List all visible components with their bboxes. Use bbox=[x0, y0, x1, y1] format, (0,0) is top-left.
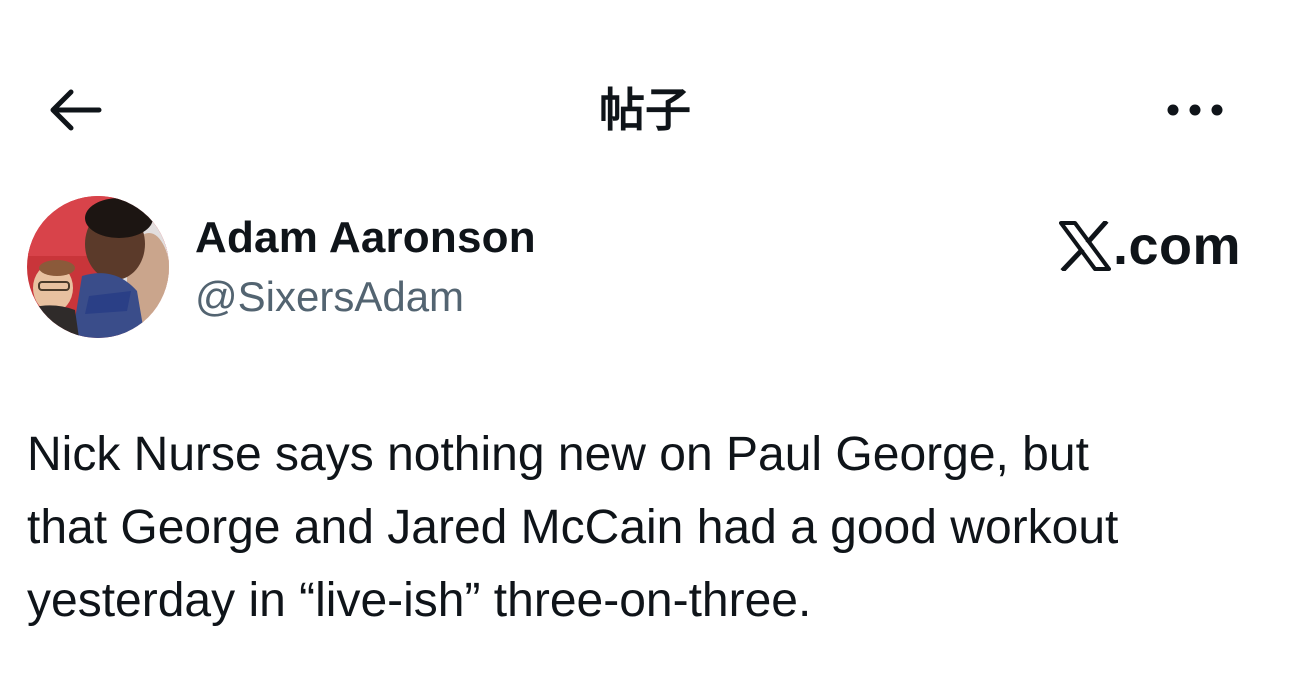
author-display-name[interactable]: Adam Aaronson bbox=[195, 212, 536, 264]
tweet-line: yesterday in “live-ish” three-on-three. bbox=[27, 574, 812, 627]
more-options-button[interactable] bbox=[1155, 80, 1235, 140]
tweet-text: Nick Nurse says nothing new on Paul Geor… bbox=[27, 418, 1267, 637]
author-handle[interactable]: @SixersAdam bbox=[195, 272, 464, 322]
top-bar: 帖子 bbox=[0, 60, 1290, 160]
tweet-line: that George and Jared McCain had a good … bbox=[27, 501, 1119, 554]
avatar-photo bbox=[27, 196, 169, 338]
x-logo-icon bbox=[1058, 221, 1111, 271]
brand-label: .com bbox=[1112, 216, 1241, 276]
avatar[interactable] bbox=[27, 196, 169, 338]
x-brand-watermark: .com bbox=[1058, 216, 1241, 276]
more-horizontal-icon bbox=[1167, 104, 1223, 116]
post-screen: 帖子 Adam Aaronson @SixersAdam .com Nick N… bbox=[0, 0, 1290, 696]
tweet-line: Nick Nurse says nothing new on Paul Geor… bbox=[27, 428, 1089, 481]
author-row: Adam Aaronson @SixersAdam .com bbox=[27, 196, 1267, 341]
page-title: 帖子 bbox=[599, 83, 691, 137]
